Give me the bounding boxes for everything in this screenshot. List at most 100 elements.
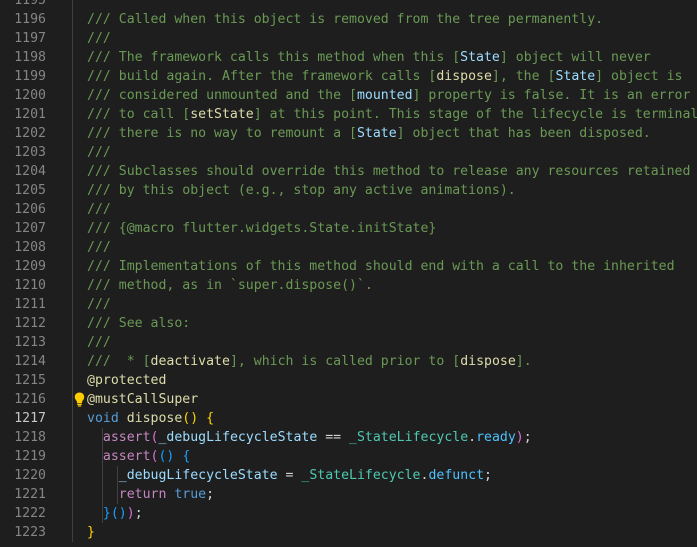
indent-guide	[72, 295, 73, 314]
code-line[interactable]: 1223}	[0, 523, 697, 542]
token-ref: mounted	[356, 88, 413, 103]
line-number: 1197	[14, 31, 46, 46]
token-b3: ()	[158, 449, 175, 464]
lightbulb-icon[interactable]	[74, 392, 85, 407]
token-prop: defunct	[428, 468, 485, 483]
indent-guide	[72, 428, 73, 447]
indent-guide	[72, 485, 73, 504]
code-line[interactable]: 1217 void dispose() {	[0, 409, 697, 428]
token-var: _debugLifecycleState	[158, 430, 318, 445]
code-line[interactable]: 1214 /// * [deactivate], which is called …	[0, 352, 697, 371]
indent-guide	[72, 409, 73, 428]
code-text: /// to call [setState] at this point. Th…	[87, 105, 697, 124]
code-line[interactable]: 1205 /// by this object (e.g., stop any a…	[0, 181, 697, 200]
line-number: 1201	[14, 107, 46, 122]
code-line[interactable]: 1199 /// build again. After the framework…	[0, 67, 697, 86]
code-text: /// Called when this object is removed f…	[87, 10, 603, 29]
token-punct: ;	[523, 430, 532, 445]
token-punct: ;	[484, 468, 492, 483]
code-text: /// {@macro flutter.widgets.State.initSt…	[87, 219, 436, 238]
token-kw: true	[174, 487, 207, 502]
token-comment: ], the [	[491, 69, 556, 84]
token-comment: ///	[87, 240, 111, 255]
token-punct: ;	[206, 487, 215, 502]
token-comment: ].	[515, 354, 532, 369]
code-line[interactable]: 1222 }());	[0, 504, 697, 523]
token-comment: /// Implementations of this method shoul…	[87, 259, 675, 274]
code-line[interactable]: 1215 @protected	[0, 371, 697, 390]
line-number: 1220	[14, 468, 46, 483]
line-number: 1222	[14, 506, 46, 521]
indent-guide	[72, 466, 73, 485]
token-comment: /// Subclasses should override this meth…	[87, 164, 691, 179]
code-line[interactable]: 1220 _debugLifecycleState = _StateLifecy…	[0, 466, 697, 485]
token-comment: ] property is false. It is an error	[412, 88, 691, 103]
line-number: 1205	[14, 183, 46, 198]
token-fn: deactivate	[150, 354, 230, 369]
code-line[interactable]: 1209 /// Implementations of this method s…	[0, 257, 697, 276]
code-line[interactable]: 1203 ///	[0, 143, 697, 162]
indent-guide	[72, 124, 73, 143]
code-line[interactable]: 1212 /// See also:	[0, 314, 697, 333]
line-number: 1200	[14, 88, 46, 103]
token-ctl: return	[118, 487, 167, 502]
code-line[interactable]: 1195	[0, 0, 697, 10]
token-comment: ], which is called prior to [	[229, 354, 461, 369]
indent-guide	[72, 390, 73, 409]
code-line[interactable]: 1198 /// The framework calls this method …	[0, 48, 697, 67]
token-prop: ready	[476, 430, 516, 445]
code-line[interactable]: 1208 ///	[0, 238, 697, 257]
token-comment: /// by this object (e.g., stop any activ…	[87, 183, 516, 198]
code-line[interactable]: 1221 return true;	[0, 485, 697, 504]
line-number: 1207	[14, 221, 46, 236]
token-var: _debugLifecycleState	[118, 468, 278, 483]
code-text: ///	[87, 238, 111, 257]
code-line[interactable]: 1216 @mustCallSuper	[0, 390, 697, 409]
indent-guide	[72, 86, 73, 105]
code-text: ///	[87, 29, 111, 48]
code-text: /// there is no way to remount a [State]…	[87, 124, 651, 143]
line-number: 1218	[14, 430, 46, 445]
token-comment: ///	[87, 31, 111, 46]
code-text: /// The framework calls this method when…	[87, 48, 651, 67]
token-comment: /// to call [	[87, 107, 191, 122]
token-comment: ///	[87, 335, 111, 350]
code-line[interactable]: 1197 ///	[0, 29, 697, 48]
token-comment: ///	[87, 297, 111, 312]
indent-guide	[72, 257, 73, 276]
line-number: 1210	[14, 278, 46, 293]
code-line[interactable]: 1207 /// {@macro flutter.widgets.State.in…	[0, 219, 697, 238]
line-number: 1206	[14, 202, 46, 217]
code-editor[interactable]: 1195 1196 /// Called when this object is r…	[0, 0, 697, 542]
token-fn: setState	[190, 107, 254, 122]
line-number: 1215	[14, 373, 46, 388]
code-line[interactable]: 1211 ///	[0, 295, 697, 314]
token-type: _StateLifecycle	[301, 468, 421, 483]
code-line[interactable]: 1196 /// Called when this object is remov…	[0, 10, 697, 29]
code-text: _debugLifecycleState = _StateLifecycle.d…	[87, 466, 492, 485]
line-number: 1204	[14, 164, 46, 179]
code-line[interactable]: 1201 /// to call [setState] at this point…	[0, 105, 697, 124]
code-line[interactable]: 1219 assert(() {	[0, 447, 697, 466]
token-punct: ==	[317, 430, 350, 445]
code-line[interactable]: 1206 ///	[0, 200, 697, 219]
line-number: 1199	[14, 69, 46, 84]
code-line[interactable]: 1210 /// method, as in `super.dispose()`.	[0, 276, 697, 295]
code-text: assert(_debugLifecycleState == _StateLif…	[87, 428, 532, 447]
indent-guide	[72, 143, 73, 162]
token-ref: State	[460, 50, 500, 65]
token-comment: /// Called when this object is removed f…	[87, 12, 604, 27]
token-comment: /// {@macro flutter.widgets.State.initSt…	[87, 221, 437, 236]
token-kw: void	[87, 411, 119, 426]
code-line[interactable]: 1200 /// considered unmounted and the [mo…	[0, 86, 697, 105]
token-b2: )	[126, 506, 135, 521]
token-ctl: assert	[102, 430, 151, 445]
indent-guide	[72, 162, 73, 181]
code-line[interactable]: 1204 /// Subclasses should override this …	[0, 162, 697, 181]
code-text: /// method, as in `super.dispose()`.	[87, 276, 373, 295]
code-line[interactable]: 1218 assert(_debugLifecycleState == _Sta…	[0, 428, 697, 447]
indent-guide	[72, 447, 73, 466]
code-line[interactable]: 1202 /// there is no way to remount a [St…	[0, 124, 697, 143]
code-line[interactable]: 1213 ///	[0, 333, 697, 352]
indent-guide	[72, 314, 73, 333]
